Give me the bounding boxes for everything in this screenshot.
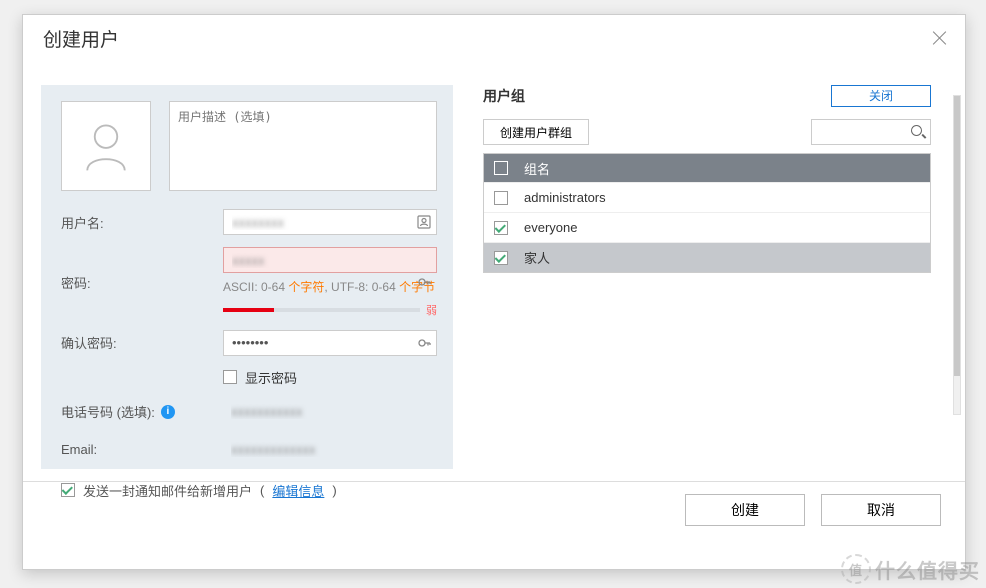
select-all-checkbox[interactable] bbox=[494, 161, 508, 175]
dialog-title: 创建用户 bbox=[43, 25, 119, 52]
row-name: everyone bbox=[524, 220, 577, 235]
edit-info-link[interactable]: 编辑信息 bbox=[272, 481, 324, 500]
phone-input[interactable] bbox=[223, 399, 437, 425]
create-group-button[interactable]: 创建用户群组 bbox=[483, 119, 589, 145]
password-label: 密码: bbox=[61, 273, 223, 292]
email-input[interactable] bbox=[223, 437, 437, 463]
table-header: 组名 bbox=[484, 154, 930, 182]
password-input[interactable] bbox=[223, 247, 437, 273]
description-input[interactable] bbox=[169, 101, 437, 191]
password-hint: ASCII: 0-64 个字符, UTF-8: 0-64 个字节 bbox=[223, 279, 437, 296]
scrollbar-thumb[interactable] bbox=[954, 96, 960, 376]
password-strength: 弱 bbox=[223, 302, 437, 318]
person-icon bbox=[76, 116, 136, 176]
create-user-dialog: 创建用户 用户名: bbox=[22, 14, 966, 570]
avatar-upload[interactable] bbox=[61, 101, 151, 191]
group-panel-title: 用户组 bbox=[483, 86, 525, 106]
confirm-password-input[interactable] bbox=[223, 330, 437, 356]
row-name: administrators bbox=[524, 190, 606, 205]
username-label: 用户名: bbox=[61, 213, 223, 232]
key-icon[interactable] bbox=[416, 274, 432, 290]
show-password-label: 显示密码 bbox=[245, 368, 297, 387]
info-icon[interactable]: i bbox=[161, 405, 175, 419]
user-info-panel: 用户名: 密码: bbox=[41, 85, 453, 469]
column-name: 组名 bbox=[524, 159, 550, 178]
row-name: 家人 bbox=[524, 248, 550, 267]
watermark: 值 什么值得买 bbox=[841, 554, 980, 584]
close-group-button[interactable]: 关闭 bbox=[831, 85, 931, 107]
email-label: Email: bbox=[61, 442, 223, 457]
user-group-panel: 用户组 关闭 创建用户群组 组名 administrators everyone 家… bbox=[453, 85, 947, 469]
cancel-button[interactable]: 取消 bbox=[821, 494, 941, 526]
username-input[interactable] bbox=[223, 209, 437, 235]
send-email-checkbox[interactable] bbox=[61, 483, 75, 497]
table-row[interactable]: 家人 bbox=[484, 242, 930, 272]
titlebar: 创建用户 bbox=[23, 15, 965, 61]
confirm-password-label: 确认密码: bbox=[61, 333, 223, 352]
close-icon[interactable] bbox=[931, 29, 949, 47]
row-checkbox[interactable] bbox=[494, 191, 508, 205]
table-row[interactable]: everyone bbox=[484, 212, 930, 242]
group-search[interactable] bbox=[811, 119, 931, 145]
table-row[interactable]: administrators bbox=[484, 182, 930, 212]
row-checkbox[interactable] bbox=[494, 251, 508, 265]
row-checkbox[interactable] bbox=[494, 221, 508, 235]
show-password-checkbox[interactable] bbox=[223, 370, 237, 384]
create-button[interactable]: 创建 bbox=[685, 494, 805, 526]
group-table: 组名 administrators everyone 家人 bbox=[483, 153, 931, 273]
scrollbar[interactable] bbox=[953, 95, 961, 415]
search-icon bbox=[911, 125, 925, 139]
key-icon[interactable] bbox=[416, 335, 432, 351]
phone-label: 电话号码 (选填): i bbox=[61, 402, 223, 421]
dialog-body: 用户名: 密码: bbox=[23, 61, 965, 481]
send-email-label: 发送一封通知邮件给新增用户 bbox=[83, 481, 252, 500]
contact-icon bbox=[416, 214, 432, 230]
